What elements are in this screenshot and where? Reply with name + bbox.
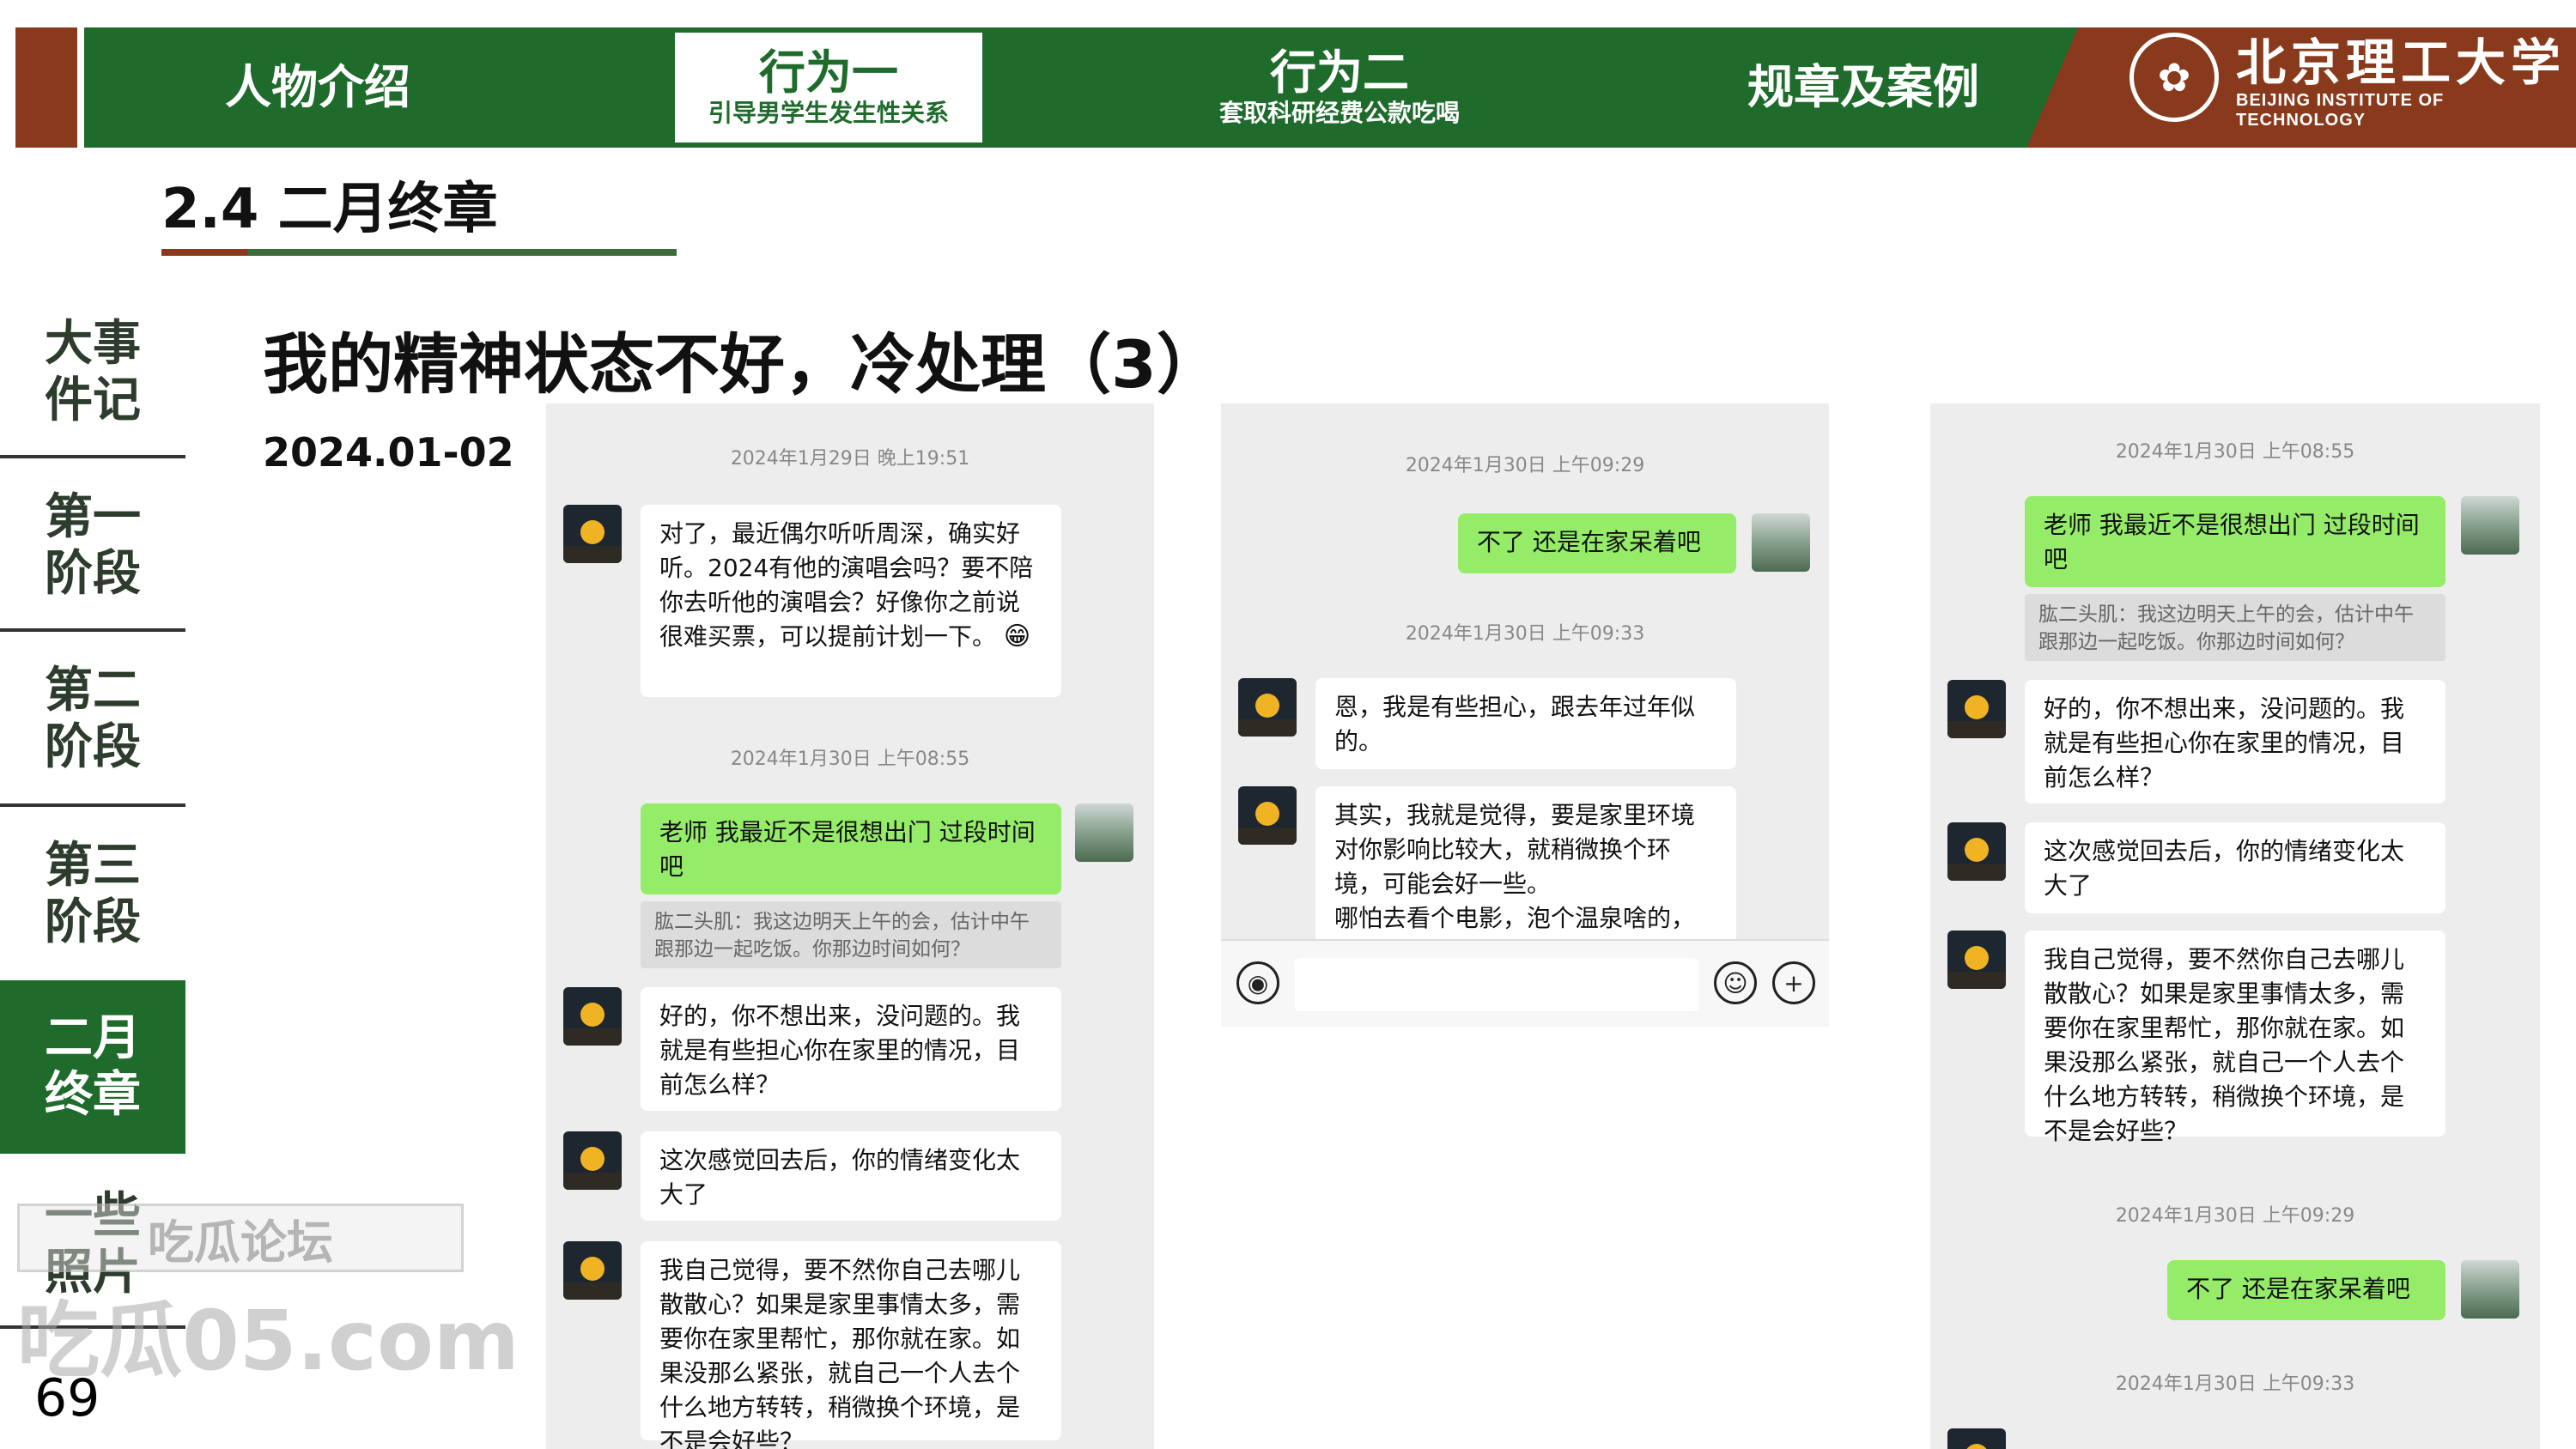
sidebar-item-label: 终章 [45, 1067, 141, 1123]
chat-timestamp: 2024年1月30日 上午09:29 [1405, 455, 1645, 476]
sidebar-item-february-finale[interactable]: 二月 终章 [0, 980, 185, 1154]
sidebar-item-label: 二月 [45, 1010, 141, 1066]
sidebar-item-stage-three[interactable]: 第三 阶段 [0, 809, 185, 980]
student-avatar [1075, 803, 1133, 862]
chat-screenshot-1: 2024年1月29日 晚上19:51 对了，最近偶尔听听周深，确实好听。2024… [546, 403, 1154, 1449]
sidebar-item-label: 阶段 [45, 719, 141, 775]
chat-timestamp: 2024年1月30日 上午09:29 [2115, 1205, 2355, 1227]
nav-tab-behavior-one[interactable]: 行为一 引导男学生发生性关系 [671, 29, 986, 146]
sidebar-item-timeline[interactable]: 大事 件记 [0, 287, 185, 458]
quoted-message: 肱二头肌：我这边明天上午的会，估计中午跟那边一起吃饭。你那边时间如何？ [2025, 594, 2445, 661]
student-avatar [1752, 513, 1810, 572]
chat-timestamp: 2024年1月30日 上午09:33 [1405, 623, 1645, 645]
chat-message: 我自己觉得，要不然你自己去哪儿散散心？如果是家里事情太多，需要你在家里帮忙，那你… [2025, 931, 2445, 1145]
add-icon[interactable]: + [1772, 961, 1815, 1004]
teacher-avatar [563, 505, 622, 563]
sidebar-divider [0, 455, 185, 458]
chat-message: 好的，你不想出来，没问题的。我就是有些担心你在家里的情况，目前怎么样？ [641, 987, 1061, 1111]
message-input[interactable] [1295, 958, 1698, 1011]
teacher-avatar [1947, 822, 2006, 881]
teacher-avatar [563, 1131, 622, 1190]
chat-timestamp: 2024年1月30日 上午09:33 [2115, 1373, 2355, 1395]
grin-emoji-icon: 😁 [1003, 621, 1031, 652]
chat-message-self: 老师 我最近不是很想出门 过段时间吧 [2025, 496, 2445, 587]
chat-message: 我自己觉得，要不然你自己去哪儿散散心？如果是家里事情太多，需要你在家里帮忙，那你… [641, 1241, 1061, 1449]
chat-message-self: 不了 还是在家呆着吧 [2167, 1260, 2445, 1320]
teacher-avatar [1947, 680, 2006, 738]
nav-tab-label: 行为二 [1270, 45, 1409, 100]
chat-timestamp: 2024年1月30日 上午08:55 [2115, 441, 2355, 463]
teacher-avatar [1238, 786, 1297, 845]
chat-message: 这次感觉回去后，你的情绪变化太大了 [2025, 822, 2445, 913]
chat-timestamp: 2024年1月30日 上午08:55 [730, 749, 970, 770]
teacher-avatar [563, 987, 622, 1046]
chat-message: 好的，你不想出来，没问题的。我就是有些担心你在家里的情况，目前怎么样？ [2025, 680, 2445, 803]
sidebar-item-stage-two[interactable]: 第二 阶段 [0, 634, 185, 805]
nav-tab-behavior-two[interactable]: 行为二 套取科研经费公款吃喝 [1176, 27, 1503, 148]
slide-date: 2024.01-02 [263, 429, 514, 476]
teacher-avatar [1947, 1428, 2006, 1449]
nav-tab-label: 行为一 [759, 45, 898, 100]
chat-message: 恩，我是有些担心，跟去年过年似的。 [1315, 678, 1736, 769]
chat-message: 这次感觉回去后，你的情绪变化太大了 [641, 1131, 1061, 1221]
chat-input-bar: ◉ ☺ + [1221, 939, 1829, 1027]
watermark-forum: 吃瓜论坛 [17, 1203, 464, 1272]
sidebar-item-label: 阶段 [45, 546, 141, 602]
sidebar-item-label: 阶段 [45, 894, 141, 950]
slide-title: 我的精神状态不好，冷处理（3） [263, 326, 1222, 403]
nav-tab-sublabel: 引导男学生发生性关系 [708, 99, 949, 127]
chat-screenshot-2: 2024年1月30日 上午09:29 不了 还是在家呆着吧 2024年1月30日… [1221, 403, 1829, 1027]
chat-screenshot-3: 2024年1月30日 上午08:55 老师 我最近不是很想出门 过段时间吧 肱二… [1930, 403, 2540, 1449]
page-number: 69 [34, 1368, 100, 1428]
sidebar-item-label: 件记 [45, 373, 141, 428]
university-logo: 北京理工大学 BEIJING INSTITUTE OF TECHNOLOGY [2236, 34, 2576, 130]
nav-tab-rules[interactable]: 规章及案例 [1683, 27, 2044, 148]
section-underline [161, 249, 677, 256]
nav-tab-label: 人物介绍 [225, 60, 410, 114]
student-avatar [2461, 496, 2519, 555]
teacher-avatar [1947, 931, 2006, 989]
sidebar-item-label: 大事 [45, 316, 141, 372]
student-avatar [2461, 1260, 2519, 1319]
nav-tab-people[interactable]: 人物介绍 [129, 27, 507, 148]
logo-name-en: BEIJING INSTITUTE OF TECHNOLOGY [2236, 91, 2445, 130]
sidebar-divider [0, 628, 185, 632]
chat-timestamp: 2024年1月29日 晚上19:51 [730, 448, 970, 470]
chat-message-self: 老师 我最近不是很想出门 过段时间吧 [641, 803, 1061, 894]
sidebar-divider [0, 803, 185, 807]
teacher-avatar [563, 1241, 622, 1300]
university-seal-icon: ✿ [2129, 33, 2219, 122]
chat-message: 对了，最近偶尔听听周深，确实好听。2024有他的演唱会吗？要不陪你去听他的演唱会… [641, 505, 1061, 697]
nav-tab-label: 规章及案例 [1747, 60, 1979, 114]
nav-accent-bar [15, 27, 77, 148]
logo-name-cn: 北京理工大学 [2236, 33, 2567, 92]
sidebar-item-label: 第一 [45, 489, 141, 545]
emoji-icon[interactable]: ☺ [1714, 961, 1757, 1004]
chat-message: 其实，我就是觉得，要是家里环境对你影响比较大，就稍微换个环境，可能会好一些。 哪… [1315, 786, 1736, 949]
sidebar-item-stage-one[interactable]: 第一 阶段 [0, 460, 185, 632]
sidebar-item-label: 第三 [45, 838, 141, 894]
nav-tab-sublabel: 套取科研经费公款吃喝 [1218, 99, 1460, 127]
quoted-message: 肱二头肌：我这边明天上午的会，估计中午跟那边一起吃饭。你那边时间如何？ [641, 901, 1061, 968]
chat-message-self: 不了 还是在家呆着吧 [1458, 513, 1736, 573]
sidebar-item-label: 第二 [45, 663, 141, 718]
chat-message-text: 对了，最近偶尔听听周深，确实好听。2024有他的演唱会吗？要不陪你去听他的演唱会… [659, 519, 1034, 651]
voice-icon[interactable]: ◉ [1236, 961, 1279, 1004]
teacher-avatar [1238, 678, 1297, 737]
section-title: 2.4 二月终章 [161, 178, 498, 241]
